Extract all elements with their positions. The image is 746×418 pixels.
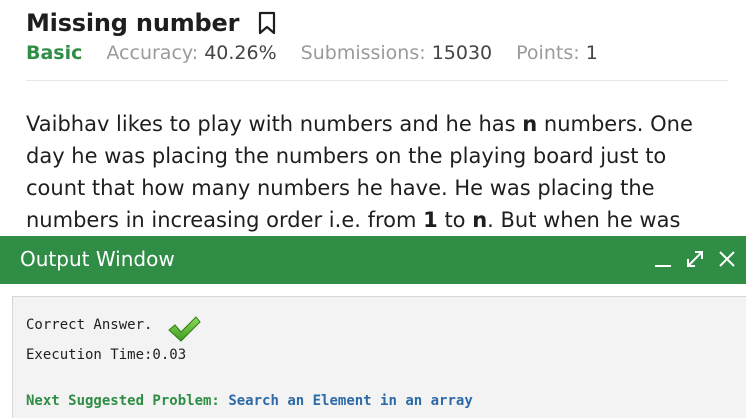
output-window-title: Output Window	[20, 247, 175, 271]
next-suggested-link[interactable]: Search an Element in an array	[228, 393, 472, 409]
minimize-icon[interactable]	[652, 248, 674, 270]
problem-title: Missing number	[26, 9, 240, 37]
accuracy-label: Accuracy:	[106, 42, 199, 64]
checkmark-icon	[168, 316, 201, 342]
result-text: Correct Answer.	[26, 317, 153, 333]
description-text: . But when he was	[487, 208, 681, 232]
output-window: Output Window Correct Answer. Execution …	[0, 236, 746, 418]
description-text: Vaibhav likes to play with numbers and h…	[26, 112, 523, 136]
divider	[26, 80, 728, 81]
next-suggested-problem: Next Suggested Problem: Search an Elemen…	[26, 393, 473, 409]
bookmark-icon[interactable]	[257, 11, 277, 35]
expand-icon[interactable]	[684, 248, 706, 270]
accuracy-value: 40.26%	[204, 42, 277, 64]
accuracy-stat: Accuracy: 40.26%	[106, 42, 276, 64]
points-label: Points:	[516, 42, 580, 64]
submissions-value: 15030	[431, 42, 493, 64]
points-value: 1	[585, 42, 598, 64]
difficulty-badge: Basic	[26, 42, 83, 64]
output-window-header: Output Window	[0, 236, 746, 284]
problem-description: Vaibhav likes to play with numbers and h…	[26, 108, 726, 236]
points-stat: Points: 1	[516, 42, 598, 64]
description-bold: n	[472, 208, 488, 232]
problem-meta: Basic Accuracy: 40.26% Submissions: 1503…	[26, 42, 622, 64]
submissions-stat: Submissions: 15030	[301, 42, 493, 64]
description-bold: n	[522, 112, 538, 136]
output-console: Correct Answer. Execution Time:0.03 Next…	[12, 296, 746, 418]
title-row: Missing number	[26, 7, 277, 39]
submissions-label: Submissions:	[300, 42, 426, 64]
description-bold: 1	[423, 208, 438, 232]
next-suggested-label: Next Suggested Problem:	[26, 393, 220, 409]
problem-panel: Missing number Basic Accuracy: 40.26% Su…	[0, 0, 746, 240]
description-text: to	[437, 208, 473, 232]
execution-time: Execution Time:0.03	[26, 347, 187, 363]
close-icon[interactable]	[716, 248, 738, 270]
